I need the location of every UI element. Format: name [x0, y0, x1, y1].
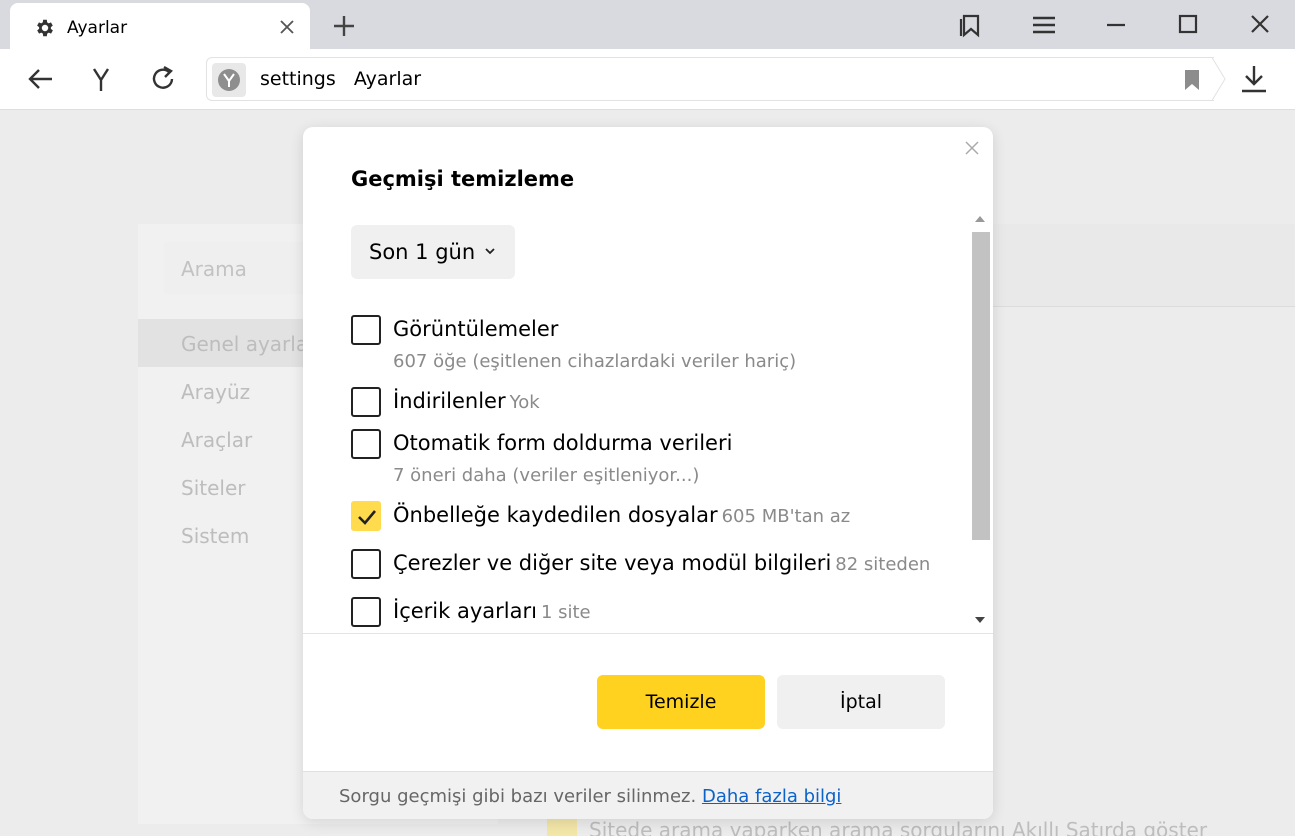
minimize-icon[interactable] — [1101, 10, 1131, 40]
settings-nav-interface[interactable]: Arayüz — [181, 380, 250, 404]
option-meta: Yok — [509, 392, 540, 413]
option-autofill: Otomatik form doldurma verileri — [351, 429, 951, 463]
option-views: Görüntülemeler — [351, 315, 951, 349]
chevron-down-icon — [485, 248, 495, 255]
option-meta: 82 siteden — [835, 554, 931, 575]
option-label: Önbelleğe kaydedilen dosyalar — [393, 503, 718, 527]
cookies-checkbox[interactable] — [351, 549, 381, 579]
option-subtext: 7 öneri daha (veriler eşitleniyor...) — [393, 465, 700, 486]
scroll-up-icon[interactable] — [974, 215, 986, 223]
address-text[interactable]: settings Ayarlar — [260, 68, 421, 90]
option-content-settings: İçerik ayarları 1 site — [351, 597, 951, 631]
content-settings-checkbox[interactable] — [351, 597, 381, 627]
site-identity-icon[interactable] — [212, 63, 246, 97]
download-icon[interactable] — [1238, 63, 1270, 95]
option-label: Çerezler ve diğer site veya modül bilgil… — [393, 551, 832, 575]
option-meta: 605 MB'tan az — [721, 506, 851, 527]
bookmark-icon[interactable] — [1183, 69, 1201, 91]
checkmark-icon — [358, 510, 376, 525]
close-icon[interactable] — [1245, 10, 1275, 40]
menu-icon[interactable] — [1029, 10, 1059, 40]
toolbar: settings Ayarlar — [0, 49, 1295, 110]
option-label: Görüntülemeler — [393, 317, 559, 341]
settings-search-placeholder: Arama — [181, 257, 247, 281]
address-bar[interactable]: settings Ayarlar — [206, 57, 1214, 101]
option-downloads: İndirilenler Yok — [351, 387, 951, 421]
settings-nav-tools[interactable]: Araçlar — [181, 428, 252, 452]
downloads-checkbox[interactable] — [351, 387, 381, 417]
settings-content-header — [993, 224, 1295, 306]
reload-icon[interactable] — [147, 63, 179, 95]
clear-button[interactable]: Temizle — [597, 675, 765, 729]
tab-strip: Ayarlar — [0, 0, 1295, 49]
new-tab-icon[interactable] — [331, 13, 357, 39]
option-meta: 1 site — [540, 602, 591, 623]
option-label: İçerik ayarları — [393, 599, 537, 623]
clear-history-dialog: Geçmişi temizleme Son 1 gün Görüntülemel… — [303, 127, 993, 819]
option-subtext: 607 öğe (eşitlenen cihazlardaki veriler … — [393, 351, 797, 372]
back-icon[interactable] — [25, 63, 57, 95]
dialog-divider — [303, 633, 993, 634]
settings-divider — [993, 306, 1295, 307]
views-checkbox[interactable] — [351, 315, 381, 345]
address-bar-tip — [1212, 57, 1226, 101]
scroll-down-icon[interactable] — [974, 616, 986, 624]
settings-option-label: Sitede arama yaparken arama sorgularını … — [589, 818, 1208, 836]
tab-settings[interactable]: Ayarlar — [10, 3, 310, 49]
settings-nav-sites[interactable]: Siteler — [181, 476, 245, 500]
cached-files-checkbox[interactable] — [351, 501, 381, 531]
dialog-close-icon[interactable] — [964, 140, 980, 156]
dialog-title: Geçmişi temizleme — [351, 167, 575, 191]
learn-more-link[interactable]: Daha fazla bilgi — [702, 786, 841, 807]
option-label: Otomatik form doldurma verileri — [393, 431, 733, 455]
settings-nav-system[interactable]: Sistem — [181, 524, 249, 548]
maximize-icon[interactable] — [1173, 10, 1203, 40]
yandex-logo-icon[interactable] — [86, 63, 118, 95]
settings-checkbox[interactable] — [547, 816, 577, 836]
option-cached-files: Önbelleğe kaydedilen dosyalar 605 MB'tan … — [351, 501, 951, 535]
cancel-button[interactable]: İptal — [777, 675, 945, 729]
tab-title: Ayarlar — [67, 18, 128, 38]
settings-nav-general[interactable]: Genel ayarlar — [181, 332, 316, 356]
period-dropdown[interactable]: Son 1 gün — [351, 225, 515, 279]
bookmarks-panel-icon[interactable] — [956, 10, 986, 40]
close-tab-icon[interactable] — [277, 17, 297, 37]
option-label: İndirilenler — [393, 389, 506, 413]
dialog-footer: Sorgu geçmişi gibi bazı veriler silinmez… — [303, 771, 993, 819]
gear-icon — [37, 19, 53, 37]
footer-note: Sorgu geçmişi gibi bazı veriler silinmez… — [339, 786, 842, 807]
option-cookies: Çerezler ve diğer site veya modül bilgil… — [351, 549, 951, 583]
period-value: Son 1 gün — [369, 240, 476, 264]
scrollbar-thumb[interactable] — [972, 232, 990, 540]
autofill-checkbox[interactable] — [351, 429, 381, 459]
